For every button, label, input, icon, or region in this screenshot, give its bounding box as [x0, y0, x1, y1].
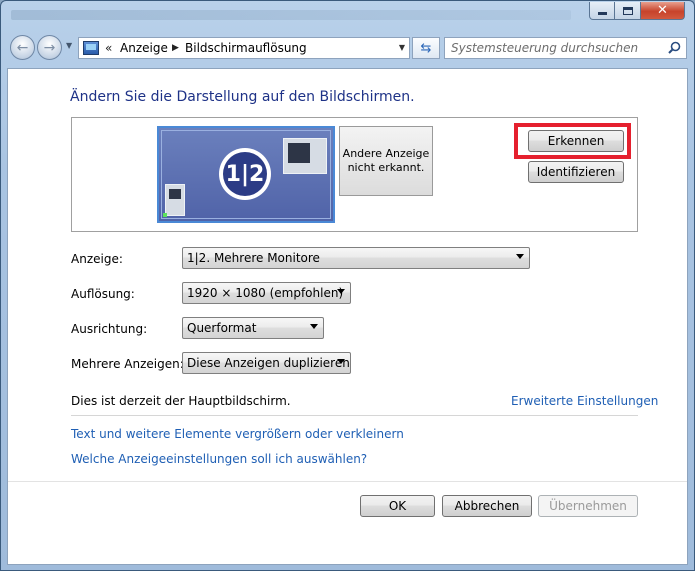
secondary-monitor-text-line1: Andere Anzeige [342, 147, 430, 160]
detect-button[interactable]: Erkennen [528, 130, 624, 152]
primary-display-note: Dies ist derzeit der Hauptbildschirm. [71, 394, 291, 408]
address-dropdown-icon[interactable]: ▼ [399, 43, 405, 52]
arrow-right-icon: → [43, 39, 56, 56]
identify-button[interactable]: Identifizieren [528, 161, 624, 183]
display-label: Anzeige: [71, 252, 123, 266]
breadcrumb-resolution[interactable]: Bildschirmauflösung [185, 41, 307, 55]
text-size-link[interactable]: Text und weitere Elemente vergrößern ode… [71, 427, 404, 441]
cancel-button[interactable]: Abbrechen [442, 495, 532, 517]
title-bar-blurred-text [11, 10, 571, 20]
monitor-number-label: 1|2 [223, 152, 267, 196]
window-preview-icon [283, 138, 327, 174]
window-frame: ✕ ← → ▼ « Anzeige ▶ Bildschirmauflösung … [0, 0, 695, 571]
control-panel-icon [83, 41, 99, 55]
close-icon: ✕ [657, 3, 668, 18]
footer-divider [8, 481, 687, 482]
back-button[interactable]: ← [10, 35, 35, 60]
minimize-icon [590, 2, 614, 19]
detect-button-label: Erkennen [547, 134, 605, 148]
apply-button-label: Übernehmen [549, 499, 627, 513]
monitor-status-indicator [163, 213, 167, 217]
close-button[interactable]: ✕ [641, 2, 685, 20]
secondary-monitor-text-line2: nicht erkannt. [347, 161, 425, 174]
chevron-down-icon [516, 254, 524, 259]
orientation-select[interactable]: Querformat [182, 317, 324, 339]
ok-button[interactable]: OK [360, 495, 435, 517]
ok-button-label: OK [388, 499, 407, 513]
search-box [444, 37, 687, 59]
multiple-displays-label: Mehrere Anzeigen: [71, 357, 184, 371]
chevron-down-icon [337, 359, 345, 364]
multiple-displays-select-value: Diese Anzeigen duplizieren [187, 356, 350, 370]
monitor-number-badge: 1|2 [219, 148, 271, 200]
refresh-icon: ⇆ [420, 40, 432, 56]
forward-button[interactable]: → [37, 35, 62, 60]
display-help-link[interactable]: Welche Anzeigeeinstellungen soll ich aus… [71, 452, 367, 466]
title-bar[interactable]: ✕ [1, 1, 694, 29]
multiple-displays-select[interactable]: Diese Anzeigen duplizieren [182, 352, 351, 374]
display-select[interactable]: 1|2. Mehrere Monitore [182, 247, 530, 269]
orientation-select-value: Querformat [187, 321, 257, 335]
chevron-down-icon [337, 289, 345, 294]
content-panel: Ändern Sie die Darstellung auf den Bilds… [7, 68, 688, 565]
address-bar[interactable]: « Anzeige ▶ Bildschirmauflösung ▼ [78, 37, 410, 59]
resolution-select[interactable]: 1920 × 1080 (empfohlen) [182, 282, 351, 304]
navigation-row: ← → ▼ « Anzeige ▶ Bildschirmauflösung ▼ … [1, 29, 694, 65]
search-input[interactable] [445, 38, 663, 58]
page-title: Ändern Sie die Darstellung auf den Bilds… [70, 89, 415, 105]
chevron-down-icon [310, 324, 318, 329]
document-preview-icon [165, 184, 185, 216]
monitor-secondary[interactable]: Andere Anzeige nicht erkannt. [339, 126, 433, 196]
search-icon[interactable] [668, 41, 681, 54]
breadcrumb-chevron-icon[interactable]: ▶ [172, 43, 179, 53]
cancel-button-label: Abbrechen [454, 499, 520, 513]
display-select-value: 1|2. Mehrere Monitore [187, 251, 320, 265]
maximize-button[interactable] [615, 2, 641, 20]
divider [71, 415, 638, 416]
identify-button-label: Identifizieren [536, 165, 616, 179]
breadcrumb-overflow[interactable]: « [105, 41, 112, 55]
monitor-layout-area: 1|2 Andere Anzeige nicht erkannt. Erkenn… [71, 117, 638, 232]
advanced-settings-link[interactable]: Erweiterte Einstellungen [511, 394, 658, 408]
breadcrumb-anzeige[interactable]: Anzeige [120, 41, 168, 55]
resolution-select-value: 1920 × 1080 (empfohlen) [187, 286, 344, 300]
orientation-label: Ausrichtung: [71, 322, 148, 336]
monitor-primary[interactable]: 1|2 [157, 126, 335, 223]
maximize-icon [615, 2, 640, 19]
recent-pages-dropdown[interactable]: ▼ [66, 41, 72, 50]
resolution-label: Auflösung: [71, 287, 135, 301]
apply-button[interactable]: Übernehmen [538, 495, 638, 517]
refresh-button[interactable]: ⇆ [412, 37, 440, 59]
minimize-button[interactable] [589, 2, 615, 20]
arrow-left-icon: ← [16, 39, 29, 56]
